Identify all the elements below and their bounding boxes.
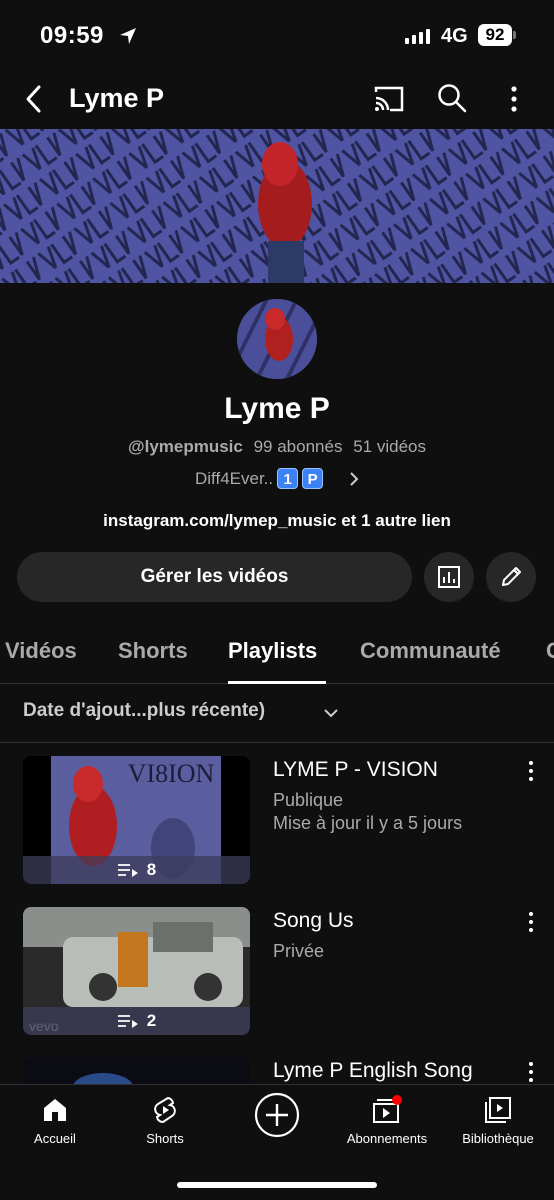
playlist-count-bar: 2 bbox=[23, 1007, 250, 1035]
playlist-thumbnail[interactable]: VI8ION 8 bbox=[23, 756, 250, 884]
nav-label-library: Bibliothèque bbox=[462, 1131, 534, 1146]
battery-tip bbox=[513, 31, 516, 39]
nav-label-shorts: Shorts bbox=[146, 1131, 184, 1146]
channel-handle: @lymepmusic bbox=[128, 437, 243, 456]
tab-shorts[interactable]: Shorts bbox=[118, 638, 188, 664]
manage-videos-button[interactable]: Gérer les vidéos bbox=[17, 552, 412, 602]
home-indicator[interactable] bbox=[177, 1182, 377, 1188]
playlist-title[interactable]: Song Us bbox=[273, 909, 354, 933]
tab-playlists[interactable]: Playlists bbox=[228, 638, 317, 664]
video-count: 2 bbox=[146, 1011, 157, 1030]
more-vertical-icon[interactable] bbox=[522, 1061, 540, 1083]
network-type: 4G bbox=[441, 25, 468, 47]
location-arrow-icon bbox=[120, 28, 136, 44]
more-vertical-icon[interactable] bbox=[500, 84, 528, 114]
nav-library[interactable]: Bibliothèque bbox=[443, 1095, 553, 1146]
signal-icon bbox=[405, 28, 430, 44]
playlist-icon bbox=[117, 864, 138, 877]
nav-shorts[interactable]: Shorts bbox=[110, 1095, 220, 1146]
analytics-icon bbox=[438, 566, 460, 588]
playlist-visibility: Privée bbox=[273, 941, 325, 961]
nav-label-subscriptions: Abonnements bbox=[346, 1131, 428, 1146]
channel-banner bbox=[0, 129, 554, 283]
keycap-emoji: 1 bbox=[277, 468, 299, 489]
cast-icon[interactable] bbox=[372, 84, 406, 114]
channel-meta: @lymepmusic 99 abonnés 51 vidéos bbox=[0, 437, 554, 457]
more-vertical-icon[interactable] bbox=[522, 760, 540, 782]
tab-channels-partial[interactable]: C bbox=[546, 638, 554, 664]
analytics-button[interactable] bbox=[424, 552, 474, 602]
create-button[interactable] bbox=[222, 1091, 332, 1139]
battery-icon: 92 bbox=[478, 24, 512, 46]
channel-links[interactable]: instagram.com/lymep_music et 1 autre lie… bbox=[0, 511, 554, 531]
playlist-title[interactable]: LYME P - VISION bbox=[273, 758, 438, 782]
parking-emoji: P bbox=[302, 468, 324, 489]
pencil-icon bbox=[502, 567, 521, 586]
tab-community[interactable]: Communauté bbox=[360, 638, 501, 664]
edit-channel-button[interactable] bbox=[486, 552, 536, 602]
avatar-image bbox=[237, 299, 317, 379]
video-count: 51 vidéos bbox=[353, 437, 426, 456]
playlist-thumbnail[interactable]: vevo 2 bbox=[23, 907, 250, 1035]
nav-home[interactable]: Accueil bbox=[0, 1095, 110, 1146]
back-arrow-icon[interactable] bbox=[20, 82, 50, 116]
playlist-icon bbox=[117, 1015, 138, 1028]
shorts-icon bbox=[154, 1096, 176, 1124]
page-title: Lyme P bbox=[69, 83, 165, 113]
sort-dropdown[interactable]: Date d'ajout...plus récente) bbox=[23, 700, 265, 722]
search-icon[interactable] bbox=[436, 82, 468, 114]
chevron-right-icon[interactable] bbox=[347, 469, 361, 489]
banner-artwork bbox=[0, 129, 554, 283]
active-tab-indicator bbox=[228, 681, 326, 684]
playlist-item[interactable]: VI8ION 8 LYME P - VISION Publique Mise à… bbox=[0, 756, 554, 886]
playlist-count-bar: 8 bbox=[23, 856, 250, 884]
playlist-item[interactable]: vevo 2 Song Us Privée bbox=[0, 907, 554, 1037]
nav-label-home: Accueil bbox=[34, 1131, 76, 1146]
description-text: Diff4Ever.. bbox=[195, 468, 274, 488]
thumbnail-title-text: VI8ION bbox=[128, 759, 215, 788]
chevron-down-icon[interactable] bbox=[322, 706, 340, 720]
library-icon bbox=[485, 1097, 511, 1123]
playlist-title[interactable]: Lyme P English Song bbox=[273, 1059, 473, 1083]
channel-tabs: Vidéos Shorts Playlists Communauté C bbox=[0, 618, 554, 684]
nav-subscriptions[interactable]: Abonnements bbox=[332, 1095, 442, 1146]
more-vertical-icon[interactable] bbox=[522, 911, 540, 933]
channel-avatar[interactable] bbox=[237, 299, 317, 379]
channel-name: Lyme P bbox=[224, 392, 330, 425]
tab-videos[interactable]: Vidéos bbox=[5, 638, 77, 664]
playlist-visibility: Publique bbox=[273, 790, 344, 810]
channel-description[interactable]: Diff4Ever.. 1 P bbox=[195, 468, 324, 489]
home-icon bbox=[44, 1099, 66, 1121]
divider bbox=[0, 742, 554, 743]
status-time: 09:59 bbox=[40, 22, 104, 49]
top-app-bar: Lyme P bbox=[0, 72, 554, 128]
subscriber-count: 99 abonnés bbox=[253, 437, 343, 456]
subscriptions-icon bbox=[373, 1095, 402, 1123]
video-count: 8 bbox=[146, 860, 157, 879]
plus-circle-icon bbox=[254, 1092, 300, 1138]
playlist-updated: Mise à jour il y a 5 jours bbox=[273, 813, 463, 833]
status-bar: 09:59 4G 92 bbox=[0, 0, 554, 72]
